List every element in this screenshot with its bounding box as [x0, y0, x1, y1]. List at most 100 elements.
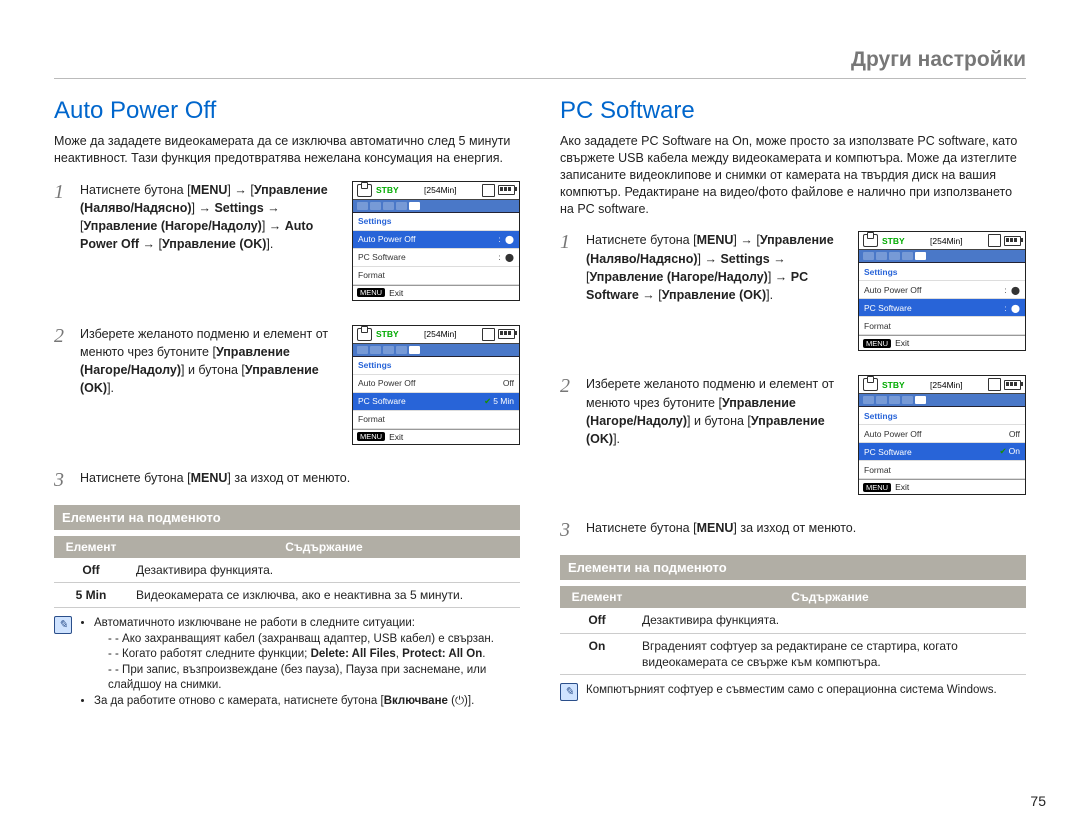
- menu-tabs: [353, 344, 519, 357]
- note: ✎ Компютърният софтуер е съвместим само …: [560, 683, 1026, 701]
- step-number: 2: [560, 375, 576, 509]
- camera-mode-icon: [357, 184, 372, 197]
- page: Други настройки Auto Power Off Може да з…: [0, 0, 1080, 825]
- note-body: Компютърният софтуер е съвместим само с …: [586, 683, 997, 701]
- figure-auto-power-off-menu: STBY[254Min]SettingsAuto Power Off: ⬤PC …: [352, 181, 520, 309]
- menu-item: PC Software: ⬤: [859, 299, 1025, 317]
- sd-card-icon: [482, 184, 495, 197]
- table-cell-value: Дезактивира функцията.: [634, 608, 1026, 633]
- section-title-pc-software: PC Software: [560, 97, 1026, 125]
- step-2: 2 Изберете желаното подменю и елемент от…: [54, 325, 520, 459]
- step-3: 3 Натиснете бутона [MENU] за изход от ме…: [54, 469, 520, 491]
- menu-item: PC Software✔5 Min: [353, 393, 519, 411]
- step-body: Натиснете бутона [MENU] за изход от меню…: [80, 469, 350, 491]
- note-line: - Когато работят следните функции; Delet…: [108, 647, 520, 663]
- menu-tabs: [859, 250, 1025, 263]
- exit-label: Exit: [895, 338, 909, 348]
- menu-tabs: [353, 200, 519, 213]
- remaining-time: [254Min]: [930, 236, 963, 246]
- status-stby: STBY: [376, 185, 399, 195]
- camera-mode-icon: [863, 378, 878, 391]
- menu-button-icon: MENU: [863, 483, 891, 492]
- submenu-heading: Елементи на подменюто: [54, 505, 520, 530]
- battery-icon: [1004, 380, 1021, 390]
- note-line: Автоматичното изключване не работи в сле…: [94, 616, 520, 632]
- menu-item: Format: [353, 411, 519, 429]
- sd-card-icon: [482, 328, 495, 341]
- camera-mode-icon: [863, 234, 878, 247]
- step-1: 1 Натиснете бутона [MENU] → [Управление …: [560, 231, 1026, 365]
- step-number: 1: [560, 231, 576, 365]
- right-column: PC Software Ако зададете PC Software на …: [560, 97, 1026, 709]
- step-3: 3 Натиснете бутона [MENU] за изход от ме…: [560, 519, 1026, 541]
- remaining-time: [254Min]: [424, 329, 457, 339]
- step-number: 2: [54, 325, 70, 459]
- step-body: Изберете желаното подменю и елемент от м…: [80, 325, 334, 459]
- menu-exit-row: MENU Exit: [353, 429, 519, 444]
- menu-item: PC Software: ⬤: [353, 249, 519, 267]
- menu-button-icon: MENU: [357, 432, 385, 441]
- menu-header: Settings: [859, 263, 1025, 281]
- note-body: Автоматичното изключване не работи в сле…: [80, 616, 520, 709]
- menu-item: Auto Power OffOff: [353, 375, 519, 393]
- note-line: - Ако захранващият кабел (захранващ адап…: [108, 632, 520, 648]
- battery-icon: [1004, 236, 1021, 246]
- table-cell-value: Вграденият софтуер за редактиране се ста…: [634, 633, 1026, 674]
- table-row: OffДезактивира функцията.: [54, 558, 520, 583]
- remaining-time: [254Min]: [930, 380, 963, 390]
- note-icon: ✎: [54, 616, 72, 634]
- menu-exit-row: MENU Exit: [353, 285, 519, 300]
- figure-auto-power-off-submenu: STBY [254Min] SettingsAuto Power OffOffPC …: [352, 325, 520, 453]
- table-col-element: Елемент: [54, 536, 128, 558]
- figure-pc-software-submenu: STBY[254Min]SettingsAuto Power OffOffPC …: [858, 375, 1026, 503]
- menu-item: Auto Power OffOff: [859, 425, 1025, 443]
- menu-item: Format: [859, 461, 1025, 479]
- status-stby: STBY: [882, 236, 905, 246]
- step-number: 3: [54, 469, 70, 491]
- note-line: За да работите отново с камерата, натисн…: [94, 694, 520, 710]
- left-column: Auto Power Off Може да зададете видеокам…: [54, 97, 520, 709]
- exit-label: Exit: [389, 432, 403, 442]
- menu-tabs: [859, 394, 1025, 407]
- content-columns: Auto Power Off Може да зададете видеокам…: [54, 97, 1026, 709]
- step-body: Натиснете бутона [MENU] → [Управление (Н…: [80, 181, 334, 315]
- note: ✎ Автоматичното изключване не работи в с…: [54, 616, 520, 709]
- exit-label: Exit: [389, 288, 403, 298]
- status-stby: STBY: [376, 329, 399, 339]
- submenu-heading: Елементи на подменюто: [560, 555, 1026, 580]
- exit-label: Exit: [895, 482, 909, 492]
- camera-mode-icon: [357, 328, 372, 341]
- menu-item: Auto Power Off: ⬤: [859, 281, 1025, 299]
- menu-item: Format: [353, 267, 519, 285]
- menu-header: Settings: [353, 357, 519, 375]
- menu-button-icon: MENU: [357, 288, 385, 297]
- section-intro: Може да зададете видеокамерата да се изк…: [54, 133, 520, 167]
- step-2: 2 Изберете желаното подменю и елемент от…: [560, 375, 1026, 509]
- table-cell-key: Off: [54, 558, 128, 583]
- menu-header: Settings: [859, 407, 1025, 425]
- section-title-auto-power-off: Auto Power Off: [54, 97, 520, 125]
- step-body: Натиснете бутона [MENU] → [Управление (Н…: [586, 231, 840, 365]
- page-number: 75: [1030, 793, 1046, 809]
- step-number: 3: [560, 519, 576, 541]
- step-body: Натиснете бутона [MENU] за изход от меню…: [586, 519, 856, 541]
- submenu-table: Елемент Съдържание OffДезактивира функци…: [54, 536, 520, 608]
- step-1: 1 Натиснете бутона [MENU] → [Управление …: [54, 181, 520, 315]
- menu-item: Format: [859, 317, 1025, 335]
- note-icon: ✎: [560, 683, 578, 701]
- menu-item: PC Software✔On: [859, 443, 1025, 461]
- step-number: 1: [54, 181, 70, 315]
- step-body: Изберете желаното подменю и елемент от м…: [586, 375, 840, 509]
- section-intro: Ако зададете PC Software на On, може про…: [560, 133, 1026, 217]
- menu-header: Settings: [353, 213, 519, 231]
- submenu-table: Елемент Съдържание OffДезактивира функци…: [560, 586, 1026, 675]
- table-cell-value: Видеокамерата се изключва, ако е неактив…: [128, 582, 520, 607]
- note-line: - При запис, възпроизвеждане (без пауза)…: [108, 663, 520, 694]
- table-col-element: Елемент: [560, 586, 634, 608]
- table-cell-key: On: [560, 633, 634, 674]
- table-row: 5 MinВидеокамерата се изключва, ако е не…: [54, 582, 520, 607]
- figure-pc-software-menu: STBY [254Min] SettingsAuto Power Off: ⬤PC …: [858, 231, 1026, 359]
- sd-card-icon: [988, 234, 1001, 247]
- page-header: Други настройки: [54, 48, 1026, 79]
- menu-exit-row: MENU Exit: [859, 479, 1025, 494]
